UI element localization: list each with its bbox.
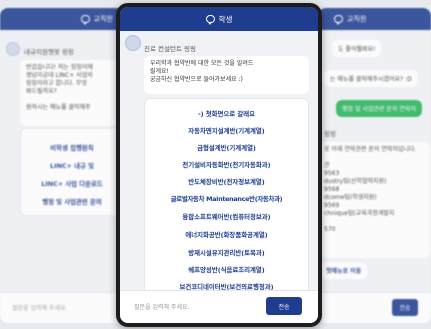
right-contact-line: 9563 bbox=[324, 170, 340, 177]
center-send-button[interactable]: 전송 bbox=[266, 297, 302, 315]
menu-item[interactable]: 융합소프트웨어반(컴퓨터정보과) bbox=[145, 212, 308, 221]
left-menu: 비학생 집행원칙 LINC+ 내규 및 LINC+ 사업 다운로드 행정 및 사… bbox=[20, 128, 124, 216]
right-home-button[interactable]: 첫메뉴로 이동 bbox=[320, 262, 368, 279]
right-contact-line: 9569 bbox=[324, 202, 340, 209]
center-greeting-line: 릴게요! bbox=[150, 68, 169, 75]
left-greeting-tail: 원하시는 메뉴를 클릭해주 bbox=[26, 104, 91, 111]
menu-item[interactable]: 방재시설유지관리반(토목과) bbox=[145, 248, 308, 257]
center-greeting-line: 우리학과 협약반에 대한 모든 것을 알려드 bbox=[150, 60, 254, 67]
chat-icon bbox=[205, 15, 215, 25]
left-menu-item[interactable]: 행정 및 사업관련 문의 bbox=[21, 197, 123, 206]
right-header: 교직원 bbox=[318, 8, 431, 30]
left-sender: 내규지원챗봇 링링 bbox=[24, 48, 74, 56]
right-contact-line: dustry팀(산학협력지원) bbox=[324, 178, 387, 185]
menu-item[interactable]: 금형설계반(기계계열) bbox=[145, 143, 308, 152]
center-menu: -) 첫화면으로 갈래요 자동차엔지설계반(기계계열) 금형설계반(기계계열) … bbox=[144, 98, 309, 296]
left-input-bar: 질문을 입력해 주세요. bbox=[0, 292, 127, 323]
right-contact-line: dcome팀(학생지원) bbox=[324, 194, 377, 201]
right-q1: 도 좋아뭘봐요! bbox=[332, 40, 382, 57]
menu-home[interactable]: -) 첫화면으로 갈래요 bbox=[145, 109, 308, 118]
center-phone: 학생 진로 컨설턴트 링링 우리학과 협약반에 대한 모든 것을 알려드 릴게요… bbox=[116, 3, 322, 327]
left-greeting-line: 반갑습니다! 저는 링링이에 bbox=[26, 64, 93, 71]
right-q2: 는 메뉴를 클릭해주시겠어요? :D bbox=[324, 70, 418, 87]
left-greeting-line: 봐드릴까요? bbox=[26, 88, 57, 95]
center-message-input[interactable]: 질문을 입력해 주세요. bbox=[134, 302, 189, 311]
right-send-button[interactable]: 전송 bbox=[392, 299, 418, 316]
left-greeting-line: 링링이라고 합니다. 무엇 bbox=[26, 80, 87, 87]
left-menu-item[interactable]: 비학생 집행원칙 bbox=[21, 143, 123, 152]
left-menu-item[interactable]: LINC+ 사업 다운로드 bbox=[21, 179, 123, 188]
right-contact-line: 로 아래 연락관련 문의 연락처입니다. bbox=[324, 146, 417, 153]
right-contact-line bbox=[324, 154, 424, 162]
right-title: 교직원 bbox=[347, 15, 367, 23]
right-contact-line: 9568 bbox=[324, 186, 340, 193]
menu-item[interactable]: 전기설비자동화반(전기자동화과) bbox=[145, 160, 308, 169]
bot-avatar bbox=[6, 42, 20, 56]
right-contact-bubble: 로 아래 연락관련 문의 연락처입니다. 관 9563 dustry팀(산학협력… bbox=[320, 142, 430, 258]
chat-icon bbox=[80, 15, 90, 25]
center-input-bar: 질문을 입력해 주세요. 전송 bbox=[120, 290, 318, 323]
menu-item[interactable]: 글로벌자동차 Maintenance반(자동차과) bbox=[145, 194, 308, 203]
right-green-bubble: 행정 및 사업관련 문의 연락처 bbox=[336, 100, 422, 117]
menu-item[interactable]: 자동차엔지설계반(기계계열) bbox=[145, 126, 308, 135]
right-phone: 교직원 도 좋아뭘봐요! 는 메뉴를 클릭해주시겠어요? :D 행정 및 사업관… bbox=[318, 8, 431, 323]
center-greeting-line: 궁금하신 협약반으로 들어가보세요 :) bbox=[150, 76, 243, 83]
right-contact-line: 관 bbox=[324, 162, 330, 169]
left-greeting-line: 영남이공대 LINC+ 사업의 bbox=[26, 72, 93, 79]
left-menu-item[interactable]: LINC+ 내규 및 bbox=[21, 161, 123, 170]
menu-item[interactable]: 에너지화공반(화장품화공계열) bbox=[145, 230, 308, 239]
menu-item[interactable]: 쉐프양성반(식음료조리계열) bbox=[145, 265, 308, 274]
center-sender: 진로 컨설턴트 링링 bbox=[144, 45, 196, 53]
left-header: 교직원 bbox=[0, 8, 127, 30]
center-title: 학생 bbox=[218, 14, 233, 24]
left-message-input[interactable]: 질문을 입력해 주세요. bbox=[12, 303, 67, 312]
left-title: 교직원 bbox=[93, 15, 113, 23]
right-contact-line: 570 bbox=[324, 226, 336, 233]
right-contact-line: chnique팀(교육과정개발지 bbox=[324, 210, 395, 217]
chat-icon bbox=[334, 15, 343, 25]
center-greeting-bubble: 우리학과 협약반에 대한 모든 것을 알려드 릴게요! 궁금하신 협약반으로 들… bbox=[144, 56, 309, 94]
left-greeting-bubble: 반갑습니다! 저는 링링이에 영남이공대 LINC+ 사업의 링링이라고 합니다… bbox=[20, 60, 122, 126]
center-header: 학생 bbox=[120, 7, 318, 31]
right-contact-line bbox=[324, 218, 424, 226]
left-phone: 교직원 내규지원챗봇 링링 반갑습니다! 저는 링링이에 영남이공대 LINC+… bbox=[0, 8, 127, 323]
right-input-bar: 전송 bbox=[318, 292, 431, 323]
menu-item[interactable]: 반도체장비반(전자정보계열) bbox=[145, 177, 308, 186]
right-sender: 링링 bbox=[324, 130, 336, 138]
bot-avatar bbox=[125, 35, 141, 51]
